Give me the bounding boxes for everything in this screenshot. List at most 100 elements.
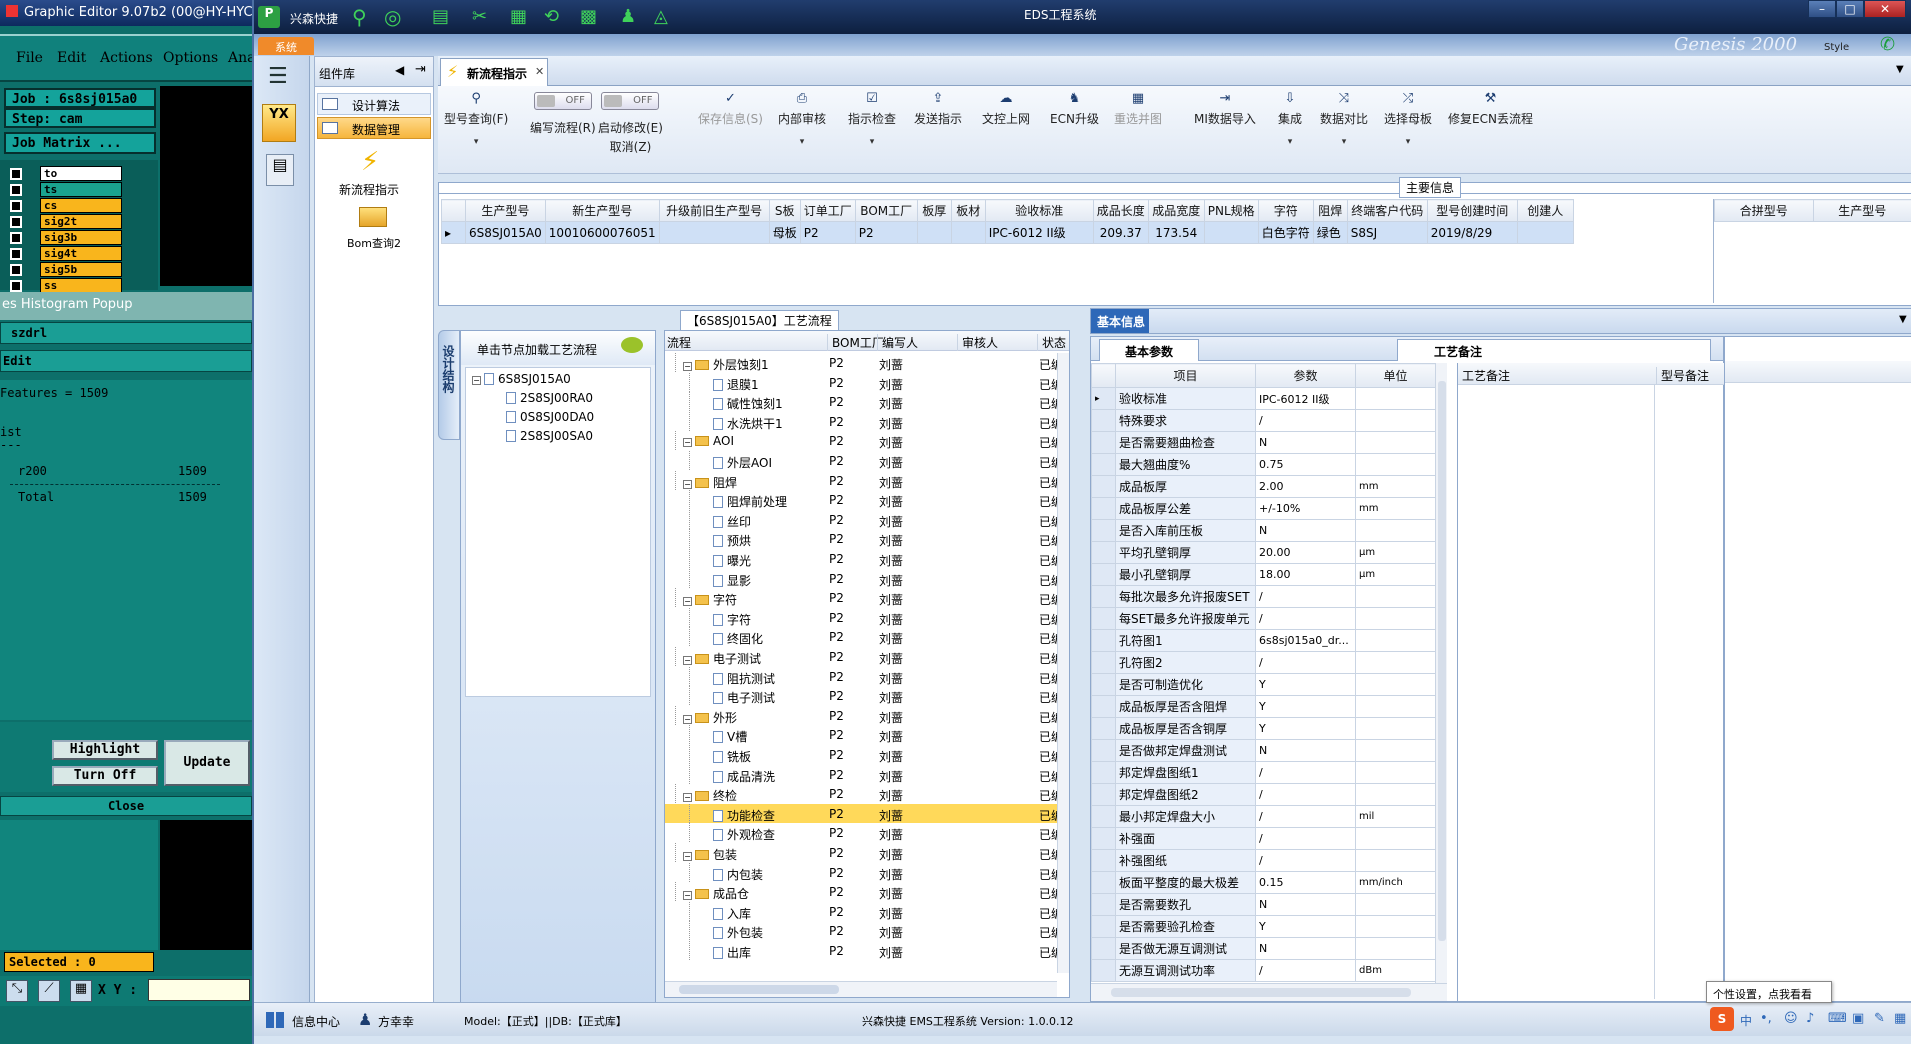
dropdown-arrow-icon[interactable]: ▾ — [848, 137, 896, 147]
col-main[interactable]: 订单工厂 — [799, 199, 856, 222]
param-value[interactable]: Y — [1255, 717, 1356, 740]
expand-icon[interactable]: − — [683, 362, 692, 371]
expand-icon[interactable]: − — [683, 597, 692, 607]
new-flow-label[interactable]: 新流程指示 — [339, 181, 399, 198]
col-status[interactable]: 状态 — [1037, 334, 1066, 351]
param-value[interactable]: / — [1255, 827, 1356, 850]
close-window-button[interactable]: ✕ — [1864, 0, 1906, 18]
col-main[interactable]: 板厚 — [916, 199, 952, 222]
close-button[interactable]: Close — [0, 796, 252, 816]
ribbon-button-7[interactable]: ☁ 文控上网 — [982, 92, 1030, 127]
system-tab[interactable]: 系统 — [258, 37, 314, 55]
col-writer[interactable]: 编写人 — [877, 334, 957, 351]
col-main[interactable]: PNL规格 — [1203, 199, 1259, 222]
param-value[interactable]: 0.75 — [1255, 453, 1356, 476]
param-row[interactable]: 孔符图1 6s8sj015a0_dr... — [1091, 629, 1436, 652]
param-value[interactable]: / — [1255, 849, 1356, 872]
flow-row[interactable]: 阻焊前处理P2刘蔷已编写 — [665, 490, 1069, 510]
param-row[interactable]: 成品板厚是否含阻焊 Y — [1091, 695, 1436, 718]
toggle-switch[interactable]: OFF — [601, 92, 660, 110]
param-value[interactable]: N — [1255, 431, 1356, 454]
layer-row[interactable]: sig2t — [0, 214, 158, 230]
param-row[interactable]: 平均孔壁铜厚 20.00 μm — [1091, 541, 1436, 564]
maximize-button[interactable]: □ — [1836, 0, 1864, 18]
param-value[interactable]: / — [1255, 651, 1356, 674]
ribbon-button-0[interactable]: ⚲ 型号查询(F) ▾ — [444, 92, 508, 148]
expand-icon[interactable]: − — [683, 793, 692, 803]
flow-row[interactable]: 丝印P2刘蔷已编写 — [665, 509, 1069, 529]
flow-row[interactable]: V槽P2刘蔷已编写 — [665, 725, 1069, 745]
param-row[interactable]: 成品板厚公差 +/-10% mm — [1091, 497, 1436, 520]
update-button[interactable]: Update — [164, 740, 250, 786]
param-row[interactable]: 邦定焊盘图纸1/ — [1091, 761, 1436, 784]
bom-query-label[interactable]: Bom查询2 — [347, 235, 401, 251]
toolbox-icon[interactable]: ▣ — [1852, 1011, 1864, 1026]
expand-icon[interactable]: − — [683, 438, 692, 448]
col-production-model[interactable]: 生产型号 — [1812, 199, 1911, 222]
info-center-icon[interactable] — [266, 1012, 284, 1028]
param-row[interactable]: 无源互调测试功率 / dBm — [1091, 959, 1436, 982]
ribbon-label-secondary[interactable]: 取消(Z) — [598, 138, 663, 155]
ribbon-button-6[interactable]: ⇪ 发送指示 — [914, 92, 962, 127]
grid-icon[interactable]: ▦ — [70, 980, 92, 1002]
layer-row[interactable]: cs — [0, 198, 158, 214]
side-item-design-algorithm[interactable]: 设计算法 — [317, 93, 431, 115]
col-item[interactable]: 项目 — [1115, 363, 1256, 388]
param-value[interactable]: / — [1255, 409, 1356, 432]
menu-file[interactable]: File — [16, 50, 43, 66]
ime-mode[interactable]: 中 — [1740, 1012, 1752, 1029]
col-reviewer[interactable]: 审核人 — [957, 334, 1035, 351]
expand-icon[interactable]: − — [683, 852, 692, 861]
flow-row[interactable]: 终固化P2刘蔷已编写 — [665, 627, 1069, 647]
flow-row[interactable]: 退膜1P2刘蔷已编写 — [665, 372, 1069, 392]
menu-actions[interactable]: Actions — [100, 50, 153, 66]
param-row[interactable]: 孔符图2/ — [1091, 651, 1436, 674]
layer-row[interactable]: to — [0, 166, 158, 182]
param-row[interactable]: 邦定焊盘图纸2/ — [1091, 783, 1436, 806]
close-tab-icon[interactable]: ✕ — [535, 65, 544, 78]
param-value[interactable]: / — [1255, 761, 1356, 784]
flow-row[interactable]: −电子测试P2刘蔷已编写 — [665, 647, 1069, 666]
param-value[interactable]: 0.15 — [1255, 871, 1356, 894]
param-row[interactable]: 补强图纸 / — [1091, 849, 1436, 872]
flow-row[interactable]: 电子测试P2刘蔷已编写 — [665, 686, 1069, 706]
globe-icon[interactable]: ◎ — [384, 6, 406, 28]
col-main[interactable]: 阻焊 — [1312, 199, 1348, 222]
ribbon-button-11[interactable]: ⇩ 集成 ▾ — [1278, 92, 1302, 148]
param-row[interactable]: 成品板厚是否含铜厚 Y — [1091, 717, 1436, 740]
expand-icon[interactable]: − — [683, 891, 692, 901]
punctuation-icon[interactable]: •, — [1760, 1011, 1772, 1026]
col-main[interactable]: 字符 — [1257, 199, 1314, 222]
side-item-data-management[interactable]: 数据管理 — [317, 117, 431, 139]
expand-icon[interactable]: − — [683, 714, 692, 724]
ribbon-button-10[interactable]: ⇥ MI数据导入 — [1194, 92, 1256, 127]
param-row[interactable]: 特殊要求 / — [1091, 409, 1436, 432]
param-value[interactable]: N — [1255, 519, 1356, 542]
chart-icon[interactable]: ◬ — [654, 6, 676, 28]
flow-row[interactable]: 入库P2刘蔷已编写 — [665, 901, 1069, 921]
grid-icon[interactable]: ▩ — [580, 6, 602, 28]
param-value[interactable]: Y — [1255, 673, 1356, 696]
design-structure-tab[interactable]: 设计结构 — [438, 330, 460, 440]
param-row[interactable]: 成品板厚 2.00 mm — [1091, 475, 1436, 498]
param-value[interactable]: N — [1255, 937, 1356, 960]
col-main[interactable]: S板 — [768, 199, 801, 222]
params-vscroll[interactable] — [1435, 363, 1447, 983]
graphic-canvas-top[interactable] — [160, 86, 252, 286]
col-main[interactable]: 板材 — [950, 199, 986, 222]
comment-icon[interactable] — [621, 337, 643, 353]
param-row[interactable]: 板面平整度的最大极差 0.15 mm/inch — [1091, 871, 1436, 894]
col-bom-factory[interactable]: BOM工厂 — [827, 334, 884, 351]
dropdown-arrow-icon[interactable]: ▾ — [444, 137, 508, 147]
param-value[interactable]: IPC-6012 II级 — [1255, 387, 1356, 410]
col-flow[interactable]: 流程 — [667, 334, 691, 351]
flow-row[interactable]: 阻抗测试P2刘蔷已编写 — [665, 666, 1069, 686]
tab-dropdown-icon[interactable]: ▼ — [1896, 64, 1904, 75]
flow-row[interactable]: 外层AOIP2刘蔷已编写 — [665, 451, 1069, 470]
param-row[interactable]: 是否入库前压板 N — [1091, 519, 1436, 542]
toggle-switch[interactable]: OFF — [533, 92, 592, 110]
film-icon[interactable]: ▦ — [510, 6, 532, 28]
param-value[interactable]: +/-10% — [1255, 497, 1356, 520]
tab-basic-params[interactable]: 基本参数 — [1099, 339, 1199, 361]
flow-row[interactable]: −终检P2刘蔷已编写 — [665, 784, 1069, 804]
